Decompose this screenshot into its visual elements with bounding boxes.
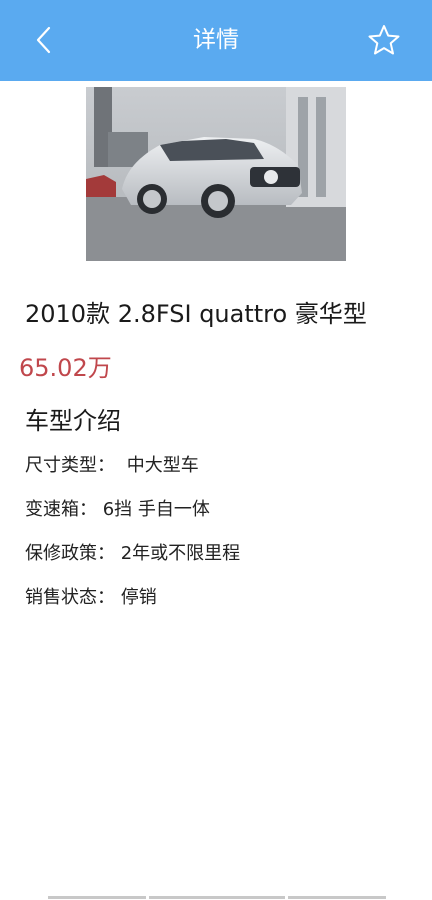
spec-row-transmission: 变速箱： 6挡 手自一体	[25, 497, 405, 541]
spec-value: 中大型车	[126, 455, 199, 476]
spec-row-size-type: 尺寸类型： 中大型车	[25, 453, 405, 497]
spec-row-warranty: 保修政策： 2年或不限里程	[25, 541, 405, 585]
divider-segment	[48, 896, 146, 899]
car-price: 65.02万	[19, 354, 112, 382]
car-image	[86, 87, 346, 261]
spec-value: 2年或不限里程	[120, 543, 241, 564]
divider-segment	[288, 896, 386, 899]
car-model-name: 2010款 2.8FSI quattro 豪华型	[25, 300, 367, 328]
star-outline-icon	[368, 25, 400, 55]
spec-label: 销售状态：	[25, 587, 115, 608]
spec-list: 尺寸类型： 中大型车 变速箱： 6挡 手自一体 保修政策： 2年或不限里程 销售…	[25, 453, 405, 629]
spec-value: 6挡 手自一体	[102, 499, 210, 520]
spec-label: 尺寸类型：	[25, 455, 115, 476]
top-app-bar: 详情	[0, 0, 432, 81]
spec-row-sales-status: 销售状态： 停销	[25, 585, 405, 629]
spec-value: 停销	[120, 587, 157, 608]
bottom-divider	[48, 896, 386, 900]
divider-segment	[149, 896, 285, 899]
favorite-button[interactable]	[366, 22, 402, 58]
section-title-intro: 车型介绍	[25, 407, 121, 435]
spec-label: 保修政策：	[25, 543, 115, 564]
spec-label: 变速箱：	[25, 499, 97, 520]
